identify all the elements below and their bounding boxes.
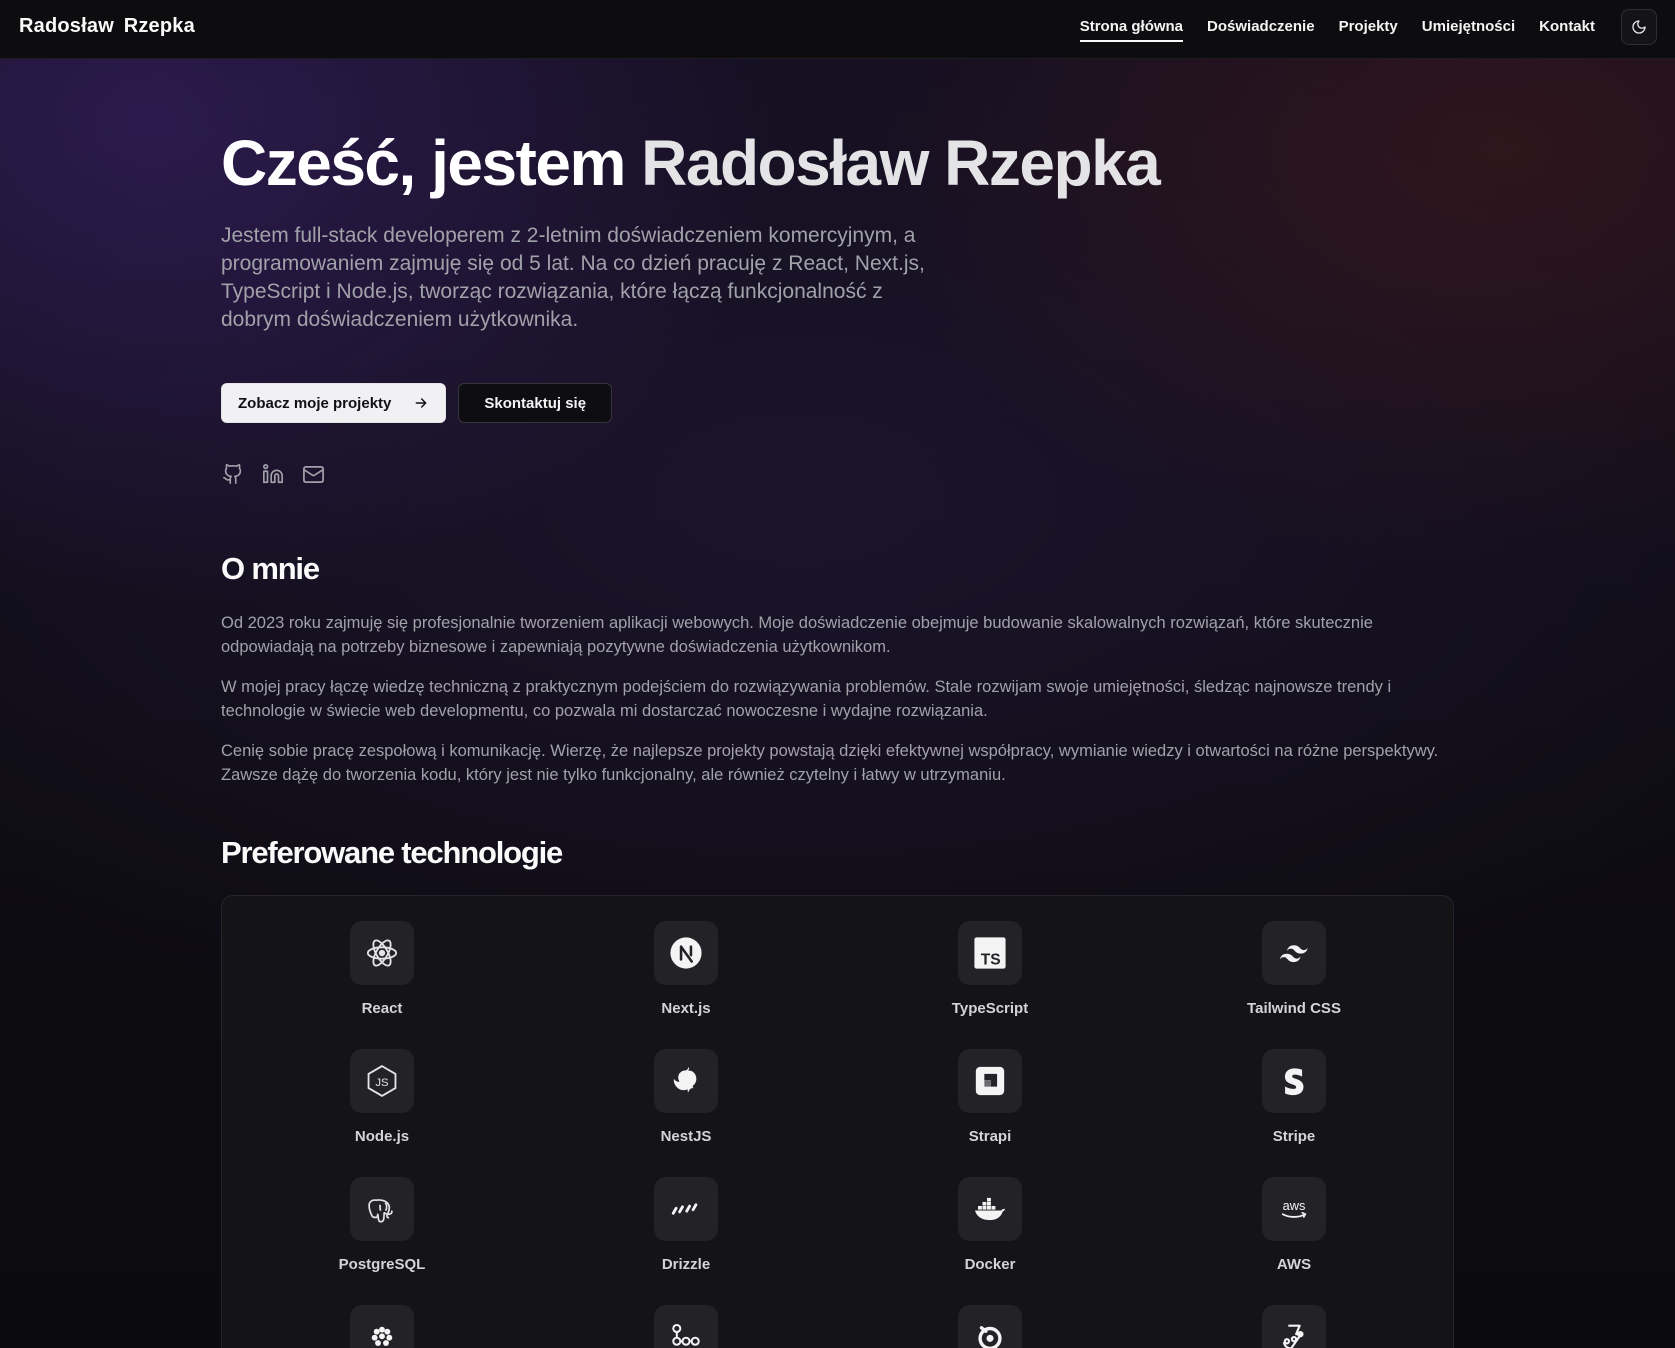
tech-item-row4-4 (1194, 1305, 1394, 1348)
hero-greeting: Cześć, jestem (221, 127, 626, 199)
raspberry-icon (371, 1326, 393, 1346)
tech-icon-box (350, 921, 414, 985)
jest-icon (1283, 1324, 1304, 1348)
hero-title: Cześć, jestem Radosław Rzepka (221, 124, 1321, 202)
nav-links: Strona główna Doświadczenie Projekty Umi… (1079, 18, 1595, 42)
tech-label: Docker (964, 1256, 1016, 1273)
tech-icon-box (1262, 1049, 1326, 1113)
tech-icon-box (654, 921, 718, 985)
tech-icon-box (958, 1177, 1022, 1241)
tech-item-stripe: Stripe (1194, 1049, 1394, 1145)
about-paragraph-3: Cenię sobie pracę zespołową i komunikacj… (221, 742, 1439, 784)
tech-icon-box (958, 1305, 1022, 1348)
github-link[interactable] (221, 462, 245, 486)
site-brand[interactable]: Radosław Rzepka (19, 15, 195, 38)
ring-icon (978, 1326, 1002, 1348)
tech-item-nestjs: NestJS (586, 1049, 786, 1145)
aws-icon: aws (1281, 1198, 1307, 1218)
tech-title: Preferowane technologie (221, 835, 563, 870)
svg-text:JS: JS (375, 1077, 389, 1089)
tech-item-typescript: TS TypeScript (890, 921, 1090, 1017)
tech-item-postgresql: PostgreSQL (282, 1177, 482, 1273)
tech-icon-box (1262, 1305, 1326, 1348)
tech-grid-card: React Next.js TS TypeScript Tailwind CSS… (221, 895, 1454, 1348)
tech-item-nextjs: Next.js (586, 921, 786, 1017)
typescript-icon: TS (974, 937, 1006, 969)
tech-item-tailwind: Tailwind CSS (1194, 921, 1394, 1017)
tech-item-aws: aws AWS (1194, 1177, 1394, 1273)
nav-link-home[interactable]: Strona główna (1079, 18, 1184, 42)
theme-toggle-button[interactable] (1621, 9, 1657, 45)
nextjs-icon (670, 937, 702, 969)
tech-label: Next.js (661, 1000, 711, 1017)
tech-label: PostgreSQL (338, 1256, 426, 1273)
tech-icon-box: TS (958, 921, 1022, 985)
tech-icon-box (1262, 921, 1326, 985)
stripe-icon (1284, 1068, 1304, 1096)
tech-label: AWS (1276, 1256, 1312, 1273)
mail-icon (302, 465, 324, 483)
react-icon (366, 939, 398, 967)
arrow-right-icon (415, 398, 427, 408)
view-projects-button[interactable]: Zobacz moje projekty (221, 383, 447, 423)
svg-text:TS: TS (981, 951, 1001, 968)
postgresql-icon (368, 1199, 393, 1223)
tech-icon-box (350, 1305, 414, 1348)
social-links (221, 462, 325, 486)
hero-name: Radosław Rzepka (641, 127, 1161, 199)
github-icon (223, 464, 242, 484)
graph-icon (672, 1323, 700, 1346)
tech-icon-box (350, 1177, 414, 1241)
tech-label: Stripe (1272, 1128, 1316, 1145)
tech-icon-box (654, 1049, 718, 1113)
tech-item-drizzle: Drizzle (586, 1177, 786, 1273)
tech-label: Drizzle (661, 1256, 711, 1273)
top-navbar: Radosław Rzepka Strona główna Doświadcze… (0, 0, 1675, 59)
drizzle-icon (671, 1203, 698, 1215)
tech-icon-box (654, 1177, 718, 1241)
tech-item-docker: Docker (890, 1177, 1090, 1273)
tech-item-react: React (282, 921, 482, 1017)
nav-link-skills[interactable]: Umiejętności (1422, 18, 1515, 42)
linkedin-icon (263, 464, 283, 484)
docker-icon (975, 1197, 1005, 1221)
tech-icon-box (654, 1305, 718, 1348)
email-link[interactable] (301, 462, 325, 486)
about-paragraph-2: W mojej pracy łączę wiedzę techniczną z … (221, 678, 1392, 720)
tech-label: Strapi (968, 1128, 1012, 1145)
tech-label: Node.js (354, 1128, 410, 1145)
moon-icon (1632, 20, 1646, 34)
tailwind-icon (1279, 945, 1308, 963)
tech-label: TypeScript (951, 1000, 1029, 1017)
tech-item-row4-1 (282, 1305, 482, 1348)
tech-item-strapi: Strapi (890, 1049, 1090, 1145)
nestjs-icon (673, 1066, 697, 1093)
hero-actions: Zobacz moje projekty Skontaktuj się (221, 383, 613, 423)
tech-item-nodejs: JS Node.js (282, 1049, 482, 1145)
contact-button[interactable]: Skontaktuj się (458, 383, 613, 423)
about-title: O mnie (221, 551, 320, 586)
view-projects-label: Zobacz moje projekty (238, 394, 392, 412)
tech-label: Tailwind CSS (1247, 1000, 1341, 1017)
tech-icon-box: aws (1262, 1177, 1326, 1241)
about-paragraph-1: Od 2023 roku zajmuję się profesjonalnie … (221, 614, 1373, 656)
nav-link-experience[interactable]: Doświadczenie (1207, 18, 1315, 42)
nav-link-projects[interactable]: Projekty (1339, 18, 1398, 42)
linkedin-link[interactable] (261, 462, 285, 486)
nodejs-icon: JS (367, 1065, 397, 1097)
tech-item-row4-2 (586, 1305, 786, 1348)
nav-link-contact[interactable]: Kontakt (1539, 18, 1595, 42)
tech-item-row4-3 (890, 1305, 1090, 1348)
tech-label: NestJS (660, 1128, 712, 1145)
hero-description: Jestem full-stack developerem z 2-letnim… (221, 224, 925, 331)
tech-icon-box: JS (350, 1049, 414, 1113)
svg-text:aws: aws (1283, 1198, 1306, 1213)
strapi-icon (975, 1066, 1005, 1096)
tech-label: React (361, 1000, 403, 1017)
tech-icon-box (958, 1049, 1022, 1113)
contact-label: Skontaktuj się (484, 394, 587, 412)
